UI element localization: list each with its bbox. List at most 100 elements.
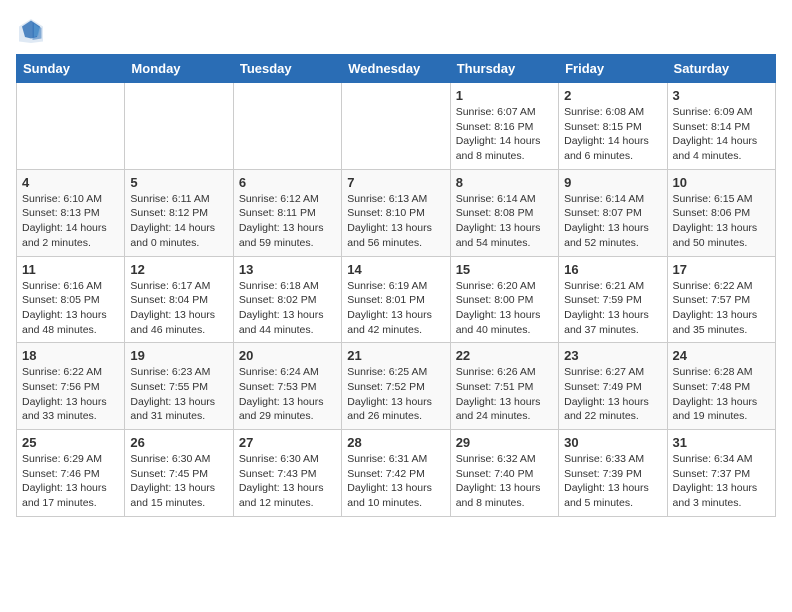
day-info: Sunrise: 6:25 AM Sunset: 7:52 PM Dayligh… — [347, 365, 444, 424]
day-number: 12 — [130, 262, 227, 277]
calendar-cell: 1 Sunrise: 6:07 AM Sunset: 8:16 PM Daylig… — [450, 83, 558, 170]
column-header-wednesday: Wednesday — [342, 55, 450, 83]
day-number: 25 — [22, 435, 119, 450]
calendar-cell — [342, 83, 450, 170]
day-number: 24 — [673, 348, 770, 363]
day-number: 20 — [239, 348, 336, 363]
calendar-table: SundayMondayTuesdayWednesdayThursdayFrid… — [16, 54, 776, 517]
day-number: 7 — [347, 175, 444, 190]
calendar-cell: 30Sunrise: 6:33 AM Sunset: 7:39 PM Dayli… — [559, 430, 667, 517]
calendar-cell — [17, 83, 125, 170]
day-number: 5 — [130, 175, 227, 190]
day-number: 31 — [673, 435, 770, 450]
day-info: Sunrise: 6:30 AM Sunset: 7:43 PM Dayligh… — [239, 452, 336, 511]
calendar-cell: 28 Sunrise: 6:31 AM Sunset: 7:42 PM Dayli… — [342, 430, 450, 517]
day-info: Sunrise: 6:28 AM Sunset: 7:48 PM Dayligh… — [673, 365, 770, 424]
calendar-cell: 10 Sunrise: 6:15 AM Sunset: 8:06 PM Dayli… — [667, 169, 775, 256]
day-info: Sunrise: 6:15 AM Sunset: 8:06 PM Dayligh… — [673, 192, 770, 251]
column-header-tuesday: Tuesday — [233, 55, 341, 83]
day-number: 9 — [564, 175, 661, 190]
day-info: Sunrise: 6:12 AM Sunset: 8:11 PM Dayligh… — [239, 192, 336, 251]
calendar-cell: 8 Sunrise: 6:14 AM Sunset: 8:08 PM Daylig… — [450, 169, 558, 256]
calendar-cell: 29 Sunrise: 6:32 AM Sunset: 7:40 PM Dayli… — [450, 430, 558, 517]
calendar-cell: 5 Sunrise: 6:11 AM Sunset: 8:12 PM Daylig… — [125, 169, 233, 256]
calendar-cell: 6Sunrise: 6:12 AM Sunset: 8:11 PM Daylig… — [233, 169, 341, 256]
calendar-cell: 18Sunrise: 6:22 AM Sunset: 7:56 PM Dayli… — [17, 343, 125, 430]
day-header-row: SundayMondayTuesdayWednesdayThursdayFrid… — [17, 55, 776, 83]
day-number: 3 — [673, 88, 770, 103]
calendar-week-1: 1 Sunrise: 6:07 AM Sunset: 8:16 PM Daylig… — [17, 83, 776, 170]
calendar-cell — [233, 83, 341, 170]
day-info: Sunrise: 6:17 AM Sunset: 8:04 PM Dayligh… — [130, 279, 227, 338]
calendar-cell: 31 Sunrise: 6:34 AM Sunset: 7:37 PM Dayli… — [667, 430, 775, 517]
day-number: 11 — [22, 262, 119, 277]
day-info: Sunrise: 6:11 AM Sunset: 8:12 PM Dayligh… — [130, 192, 227, 251]
column-header-saturday: Saturday — [667, 55, 775, 83]
calendar-cell: 21 Sunrise: 6:25 AM Sunset: 7:52 PM Dayli… — [342, 343, 450, 430]
day-info: Sunrise: 6:34 AM Sunset: 7:37 PM Dayligh… — [673, 452, 770, 511]
calendar-cell: 24 Sunrise: 6:28 AM Sunset: 7:48 PM Dayli… — [667, 343, 775, 430]
day-info: Sunrise: 6:21 AM Sunset: 7:59 PM Dayligh… — [564, 279, 661, 338]
day-number: 27 — [239, 435, 336, 450]
calendar-cell: 17Sunrise: 6:22 AM Sunset: 7:57 PM Dayli… — [667, 256, 775, 343]
calendar-cell: 16 Sunrise: 6:21 AM Sunset: 7:59 PM Dayli… — [559, 256, 667, 343]
day-info: Sunrise: 6:14 AM Sunset: 8:07 PM Dayligh… — [564, 192, 661, 251]
day-info: Sunrise: 6:20 AM Sunset: 8:00 PM Dayligh… — [456, 279, 553, 338]
calendar-cell: 27 Sunrise: 6:30 AM Sunset: 7:43 PM Dayli… — [233, 430, 341, 517]
day-number: 17 — [673, 262, 770, 277]
column-header-thursday: Thursday — [450, 55, 558, 83]
calendar-cell: 23Sunrise: 6:27 AM Sunset: 7:49 PM Dayli… — [559, 343, 667, 430]
logo-icon — [16, 16, 46, 46]
day-number: 21 — [347, 348, 444, 363]
day-number: 13 — [239, 262, 336, 277]
calendar-week-3: 11 Sunrise: 6:16 AM Sunset: 8:05 PM Dayli… — [17, 256, 776, 343]
logo — [16, 16, 50, 46]
day-info: Sunrise: 6:07 AM Sunset: 8:16 PM Dayligh… — [456, 105, 553, 164]
calendar-cell: 14 Sunrise: 6:19 AM Sunset: 8:01 PM Dayli… — [342, 256, 450, 343]
page-header — [16, 16, 776, 46]
day-number: 23 — [564, 348, 661, 363]
day-info: Sunrise: 6:23 AM Sunset: 7:55 PM Dayligh… — [130, 365, 227, 424]
calendar-cell: 20 Sunrise: 6:24 AM Sunset: 7:53 PM Dayli… — [233, 343, 341, 430]
column-header-monday: Monday — [125, 55, 233, 83]
day-info: Sunrise: 6:18 AM Sunset: 8:02 PM Dayligh… — [239, 279, 336, 338]
calendar-cell: 7Sunrise: 6:13 AM Sunset: 8:10 PM Daylig… — [342, 169, 450, 256]
calendar-cell: 9 Sunrise: 6:14 AM Sunset: 8:07 PM Daylig… — [559, 169, 667, 256]
column-header-sunday: Sunday — [17, 55, 125, 83]
calendar-cell: 25 Sunrise: 6:29 AM Sunset: 7:46 PM Dayli… — [17, 430, 125, 517]
calendar-cell: 3 Sunrise: 6:09 AM Sunset: 8:14 PM Daylig… — [667, 83, 775, 170]
day-number: 2 — [564, 88, 661, 103]
day-number: 26 — [130, 435, 227, 450]
day-info: Sunrise: 6:16 AM Sunset: 8:05 PM Dayligh… — [22, 279, 119, 338]
day-info: Sunrise: 6:33 AM Sunset: 7:39 PM Dayligh… — [564, 452, 661, 511]
day-number: 15 — [456, 262, 553, 277]
day-info: Sunrise: 6:10 AM Sunset: 8:13 PM Dayligh… — [22, 192, 119, 251]
day-number: 19 — [130, 348, 227, 363]
day-info: Sunrise: 6:29 AM Sunset: 7:46 PM Dayligh… — [22, 452, 119, 511]
calendar-cell — [125, 83, 233, 170]
day-number: 16 — [564, 262, 661, 277]
day-info: Sunrise: 6:31 AM Sunset: 7:42 PM Dayligh… — [347, 452, 444, 511]
day-info: Sunrise: 6:24 AM Sunset: 7:53 PM Dayligh… — [239, 365, 336, 424]
day-info: Sunrise: 6:09 AM Sunset: 8:14 PM Dayligh… — [673, 105, 770, 164]
calendar-cell: 4Sunrise: 6:10 AM Sunset: 8:13 PM Daylig… — [17, 169, 125, 256]
day-number: 8 — [456, 175, 553, 190]
calendar-cell: 12 Sunrise: 6:17 AM Sunset: 8:04 PM Dayli… — [125, 256, 233, 343]
day-number: 14 — [347, 262, 444, 277]
calendar-week-2: 4Sunrise: 6:10 AM Sunset: 8:13 PM Daylig… — [17, 169, 776, 256]
calendar-cell: 19 Sunrise: 6:23 AM Sunset: 7:55 PM Dayli… — [125, 343, 233, 430]
day-info: Sunrise: 6:08 AM Sunset: 8:15 PM Dayligh… — [564, 105, 661, 164]
day-number: 10 — [673, 175, 770, 190]
calendar-cell: 22Sunrise: 6:26 AM Sunset: 7:51 PM Dayli… — [450, 343, 558, 430]
day-number: 18 — [22, 348, 119, 363]
day-info: Sunrise: 6:19 AM Sunset: 8:01 PM Dayligh… — [347, 279, 444, 338]
calendar-cell: 26 Sunrise: 6:30 AM Sunset: 7:45 PM Dayli… — [125, 430, 233, 517]
calendar-cell: 15 Sunrise: 6:20 AM Sunset: 8:00 PM Dayli… — [450, 256, 558, 343]
day-number: 1 — [456, 88, 553, 103]
day-info: Sunrise: 6:32 AM Sunset: 7:40 PM Dayligh… — [456, 452, 553, 511]
day-number: 28 — [347, 435, 444, 450]
day-info: Sunrise: 6:30 AM Sunset: 7:45 PM Dayligh… — [130, 452, 227, 511]
day-info: Sunrise: 6:14 AM Sunset: 8:08 PM Dayligh… — [456, 192, 553, 251]
day-number: 22 — [456, 348, 553, 363]
day-number: 29 — [456, 435, 553, 450]
